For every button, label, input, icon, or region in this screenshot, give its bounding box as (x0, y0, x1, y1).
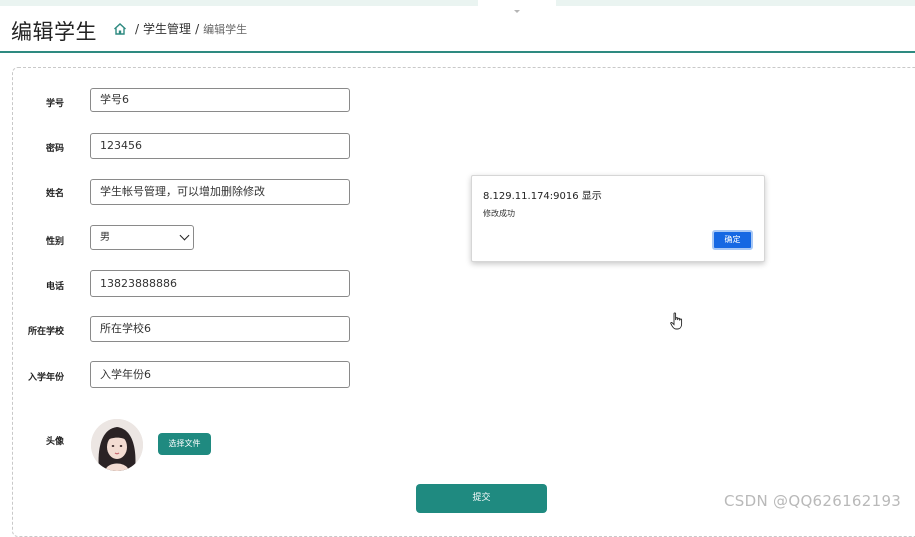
phone-label: 电话 (45, 282, 64, 292)
avatar-portrait (91, 419, 143, 471)
home-icon[interactable] (113, 22, 127, 36)
page-title: 编辑学生 (11, 20, 97, 44)
password-input[interactable]: 123456 (90, 133, 350, 159)
student-no-input[interactable]: 学号6 (90, 88, 350, 112)
submit-button[interactable]: 提交 (416, 484, 547, 513)
choose-file-button[interactable]: 选择文件 (158, 433, 211, 455)
breadcrumb-separator: / (195, 21, 200, 36)
breadcrumb-current: 编辑学生 (203, 22, 248, 36)
student-no-label: 学号 (45, 99, 64, 109)
phone-input[interactable]: 13823888886 (90, 270, 350, 297)
name-input[interactable]: 学生帐号管理，可以增加删除修改 (90, 179, 350, 205)
watermark-text: CSDN @QQ626162193 (724, 492, 902, 510)
header-divider (0, 51, 915, 53)
alert-ok-button[interactable]: 确定 (712, 230, 753, 250)
gender-label: 性别 (45, 237, 64, 247)
page-header: 编辑学生 / 学生管理 / 编辑学生 (0, 6, 915, 53)
chevron-down-icon (179, 230, 190, 241)
hand-cursor-icon (670, 312, 683, 330)
enroll-year-label: 入学年份 (27, 373, 64, 383)
alert-title: 8.129.11.174:9016 显示 (483, 191, 602, 202)
school-label: 所在学校 (27, 327, 64, 337)
password-label: 密码 (45, 144, 64, 154)
gender-selected-value: 男 (100, 232, 110, 243)
name-label: 姓名 (45, 189, 64, 199)
avatar-image (91, 419, 143, 471)
gender-select[interactable]: 男 (90, 225, 194, 250)
breadcrumb-section-link[interactable]: 学生管理 (143, 20, 191, 37)
breadcrumb-separator: / (135, 21, 140, 36)
avatar-label: 头像 (45, 437, 64, 447)
alert-message: 修改成功 (483, 209, 515, 218)
school-input[interactable]: 所在学校6 (90, 316, 350, 342)
breadcrumb: / 学生管理 / 编辑学生 (113, 20, 247, 37)
alert-dialog: 8.129.11.174:9016 显示 修改成功 确定 (471, 175, 765, 262)
enroll-year-input[interactable]: 入学年份6 (90, 361, 350, 388)
